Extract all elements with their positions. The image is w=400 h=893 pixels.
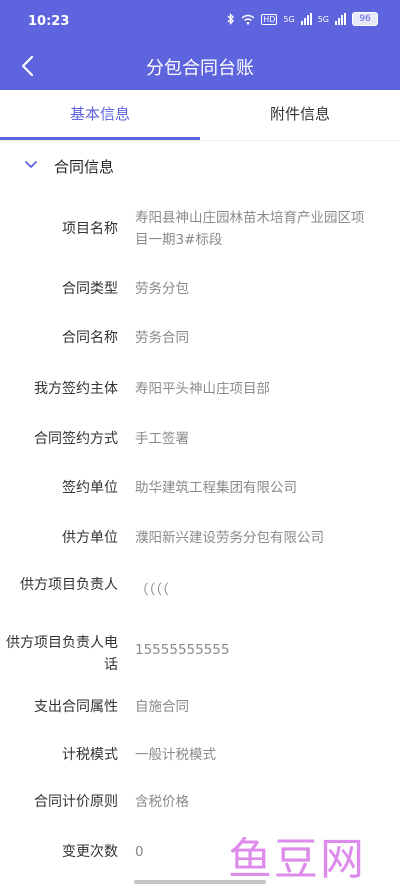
field-label: 支出合同属性 bbox=[34, 699, 118, 715]
bluetooth-icon bbox=[227, 13, 235, 25]
field-label: 签约单位 bbox=[62, 480, 118, 496]
tab-bar: 基本信息 附件信息 bbox=[0, 90, 400, 141]
field-value: 15555555555 bbox=[135, 642, 230, 658]
field-label: 合同计价原则 bbox=[34, 794, 118, 810]
hd-icon: HD bbox=[261, 13, 278, 25]
field-label: 合同类型 bbox=[62, 281, 118, 297]
section-title: 合同信息 bbox=[54, 158, 115, 176]
watermark-logo: 鱼豆网 bbox=[228, 834, 366, 885]
chevron-down-icon bbox=[25, 161, 37, 168]
field-value: 手工签署 bbox=[135, 431, 189, 447]
field-label: 合同名称 bbox=[62, 330, 118, 346]
field-label: 计税模式 bbox=[62, 747, 118, 763]
field-value: 助华建筑工程集团有限公司 bbox=[135, 480, 297, 496]
status-time: 10:23 bbox=[28, 14, 70, 29]
field-label: 供方项目负责人电话 bbox=[6, 635, 118, 673]
field-value: 一般计税模式 bbox=[135, 747, 216, 763]
tab-attachments[interactable]: 附件信息 bbox=[200, 90, 400, 140]
signal-icon-2 bbox=[335, 13, 346, 25]
field-label: 变更次数 bbox=[62, 844, 118, 860]
field-value: 寿阳平头神山庄项目部 bbox=[135, 381, 270, 397]
tab-indicator bbox=[0, 137, 200, 140]
battery-icon: 96 bbox=[352, 12, 378, 26]
field-label: 合同签约方式 bbox=[34, 431, 118, 447]
signal-icon bbox=[300, 13, 312, 25]
nav-bar: 分包合同台账 bbox=[0, 44, 400, 90]
field-label: 供方单位 bbox=[62, 530, 118, 546]
field-value: 劳务合同 bbox=[135, 330, 189, 346]
net1-label: 5G bbox=[283, 14, 295, 24]
home-indicator[interactable] bbox=[134, 880, 266, 884]
net2-label: 5G bbox=[317, 14, 329, 24]
page-title: 分包合同台账 bbox=[146, 58, 254, 79]
field-value: 自施合同 bbox=[135, 699, 189, 715]
field-value: 劳务分包 bbox=[135, 281, 189, 297]
field-value: 寿阳县神山庄园林苗木培育产业园区项目一期3#标段 bbox=[135, 210, 365, 248]
status-icons: HD 5G 5G 96 bbox=[227, 12, 378, 26]
field-label: 项目名称 bbox=[62, 221, 118, 237]
contract-info-section-header[interactable]: 合同信息 bbox=[0, 150, 400, 182]
field-value: 含税价格 bbox=[135, 794, 189, 810]
field-value: （（（（ bbox=[135, 582, 169, 598]
field-value: 濮阳新兴建设劳务分包有限公司 bbox=[135, 530, 324, 546]
wifi-icon bbox=[241, 14, 255, 25]
status-bar: 10:23 HD 5G 5G 96 bbox=[0, 0, 400, 44]
tab-basic-info[interactable]: 基本信息 bbox=[0, 90, 200, 140]
field-label: 我方签约主体 bbox=[34, 381, 118, 397]
field-label: 供方项目负责人 bbox=[20, 577, 118, 593]
app-header: 10:23 HD 5G 5G 96 分包合同台账 bbox=[0, 0, 400, 90]
